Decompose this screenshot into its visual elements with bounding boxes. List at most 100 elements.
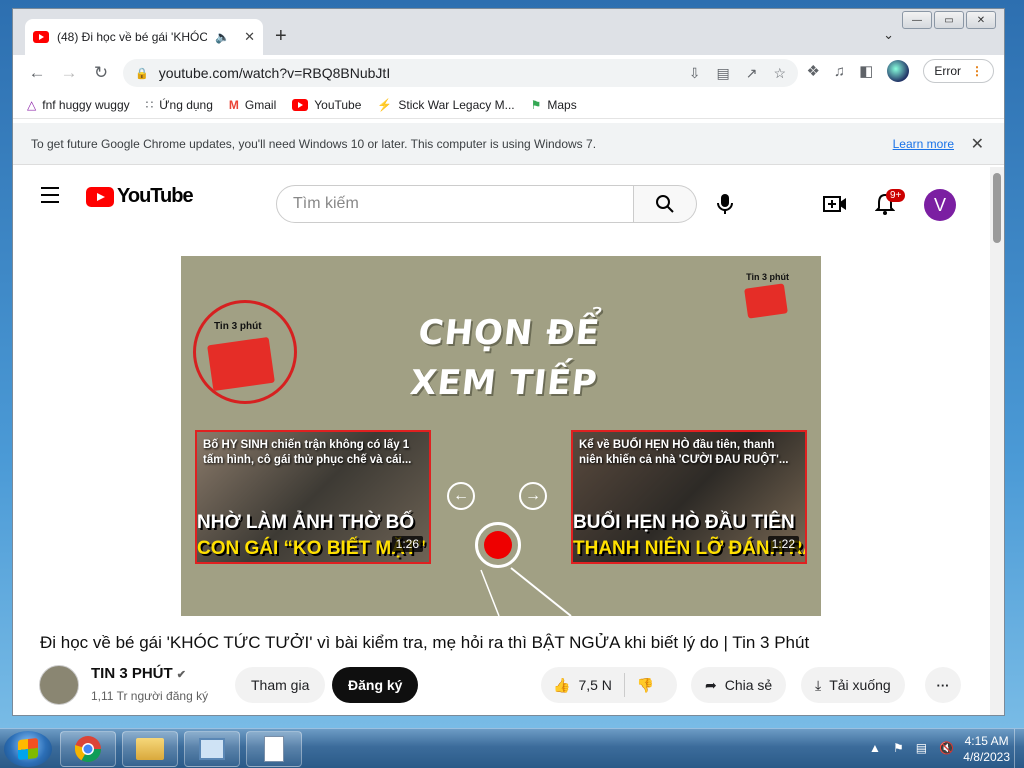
channel-name[interactable]: TIN 3 PHÚT ✔ [91,665,186,682]
thumb-caption: BUỔI HẸN HÒ ĐẦU TIÊN [573,512,795,533]
bookmark-label: Gmail [244,97,277,112]
bookmark-maps[interactable]: ⚑ Maps [531,98,577,112]
bookmark-label: Stick War Legacy M... [398,97,515,112]
tab-close-icon[interactable]: ✕ [244,29,255,45]
omnibox-actions: ⇩ ▤ ↗ ☆ [689,65,786,82]
bookmark-gmail[interactable]: M Gmail [229,98,276,112]
chrome-icon [74,736,102,763]
like-count: 7,5 N [578,677,612,693]
notifications-badge: 9+ [886,189,906,202]
create-video-icon[interactable] [823,195,847,216]
profile-avatar[interactable] [887,60,910,82]
minimize-button[interactable]: — [902,11,932,29]
thumbs-down-icon: 👎 [636,676,655,693]
dislike-button[interactable]: 👎 [625,667,666,703]
network-icon[interactable]: ▤ [916,741,927,755]
speaker-icon[interactable]: 🔈 [215,30,230,44]
side-panel-icon[interactable]: ◧ [859,62,873,80]
join-button[interactable]: Tham gia [235,667,326,703]
forward-icon[interactable]: → [53,63,85,83]
lock-icon[interactable]: 🔒 [135,67,149,80]
heading-line-2: XEM TIẾP [408,363,600,403]
bookmark-stick-war[interactable]: ⚡ Stick War Legacy M... [377,98,514,112]
arrow-left-icon[interactable]: ← [447,482,475,510]
bookmark-label: YouTube [314,97,362,112]
subscribe-button[interactable]: Đăng ký [332,667,419,703]
share-arrow-icon: ➦ [705,676,717,693]
window-controls: — ▭ ✕ [902,11,996,29]
channel-avatar[interactable] [39,665,79,705]
youtube-page: YouTube Tìm kiếm 9+ V Tin 3 phút Tin 3 p… [13,167,991,715]
share-label: Chia sẻ [724,677,773,693]
record-button[interactable] [475,522,521,568]
translate-icon[interactable]: ▤ [716,65,729,82]
apps-grid-icon: ∷ [145,97,154,112]
bookmark-label: Ứng dụng [159,97,213,112]
taskbar-wordpad[interactable] [246,731,302,767]
more-actions-button[interactable]: ··· [925,667,961,703]
show-hidden-icons-icon[interactable]: ▲ [869,741,881,755]
download-button[interactable]: ⤓ Tải xuống [801,667,905,703]
bookmark-fnf[interactable]: △ fnf huggy wuggy [27,98,130,112]
thumbs-up-icon: 👍 [553,676,571,693]
hamburger-menu-icon[interactable] [41,187,59,208]
search-icon [656,195,674,213]
back-icon[interactable]: ← [21,63,53,83]
like-button[interactable]: 👍 7,5 N [541,667,624,703]
media-control-icon[interactable]: ♫ [834,63,845,80]
reload-icon[interactable]: ↻ [85,63,117,83]
search-input[interactable]: Tìm kiếm [276,185,634,223]
taskbar-chrome[interactable] [60,731,116,767]
video-player[interactable]: Tin 3 phút Tin 3 phút CHỌN ĐỂ XEM TIẾP B… [181,256,821,616]
chrome-window: (48) Đi học về bé gái 'KHÓC 🔈 ✕ + ⌄ — ▭ … [12,8,1005,716]
menu-dots-icon: ⋮ [971,64,983,78]
infobar-close-icon[interactable]: ✕ [971,134,984,154]
page-scrollbar[interactable] [990,167,1004,715]
duration-badge: 1:26 [391,536,423,552]
new-tab-button[interactable]: + [275,25,287,48]
show-desktop-button[interactable] [1014,729,1024,768]
restore-button[interactable]: ▭ [934,11,964,29]
gmail-icon: M [228,97,239,112]
close-window-button[interactable]: ✕ [966,11,996,29]
triangle-icon: △ [27,97,37,112]
logo-label: Tin 3 phút [214,321,262,332]
extensions-puzzle-icon[interactable]: ❖ [806,62,819,80]
end-screen-heading: CHỌN ĐỂ XEM TIẾP [408,308,606,408]
record-dot-icon [484,531,512,559]
download-icon: ⤓ [815,676,822,693]
end-screen-video-left[interactable]: Bố HY SINH chiến trận không có lấy 1 tấm… [195,430,431,564]
bookmark-youtube[interactable]: YouTube [292,98,361,112]
taskbar-clock[interactable]: 4:15 AM 4/8/2023 [963,733,1010,765]
channel-row: TIN 3 PHÚT ✔ 1,11 Tr người đăng ký Tham g… [39,663,969,707]
volume-muted-icon[interactable]: 🔇 [939,741,954,755]
search-button[interactable] [634,185,697,223]
tab-search-icon[interactable]: ⌄ [883,27,894,43]
end-screen-video-right[interactable]: Kể về BUỔI HẸN HÒ đầu tiên, thanh niên k… [571,430,807,564]
youtube-header: YouTube Tìm kiếm 9+ V [13,167,991,223]
bookmark-apps[interactable]: ∷ Ứng dụng [146,98,213,112]
address-bar[interactable]: 🔒 youtube.com/watch?v=RBQ8BNubJtI ⇩ ▤ ↗ … [123,59,798,87]
error-button[interactable]: Error ⋮ [923,59,994,83]
start-button[interactable] [4,731,52,767]
learn-more-link[interactable]: Learn more [893,137,954,151]
chrome-titlebar: (48) Đi học về bé gái 'KHÓC 🔈 ✕ + ⌄ — ▭ … [13,9,1004,55]
action-center-flag-icon[interactable]: ⚑ [893,741,904,755]
share-button[interactable]: ➦ Chia sẻ [691,667,787,703]
bookmark-star-icon[interactable]: ☆ [773,65,786,82]
clapperboard-small-icon [744,283,789,319]
scrollbar-thumb[interactable] [993,173,1001,243]
microphone-icon[interactable] [717,193,733,218]
youtube-logo[interactable]: YouTube [86,185,194,208]
arrow-right-icon[interactable]: → [519,482,547,510]
url-text[interactable]: youtube.com/watch?v=RBQ8BNubJtI [159,65,391,81]
heading-line-1: CHỌN ĐỂ [416,313,602,353]
account-avatar[interactable]: V [924,189,956,221]
browser-tab-active[interactable]: (48) Đi học về bé gái 'KHÓC 🔈 ✕ [25,19,263,55]
duration-badge: 1:22 [767,536,799,552]
share-icon[interactable]: ↗ [746,65,758,82]
bookmarks-bar: △ fnf huggy wuggy ∷ Ứng dụng M Gmail You… [13,91,1004,119]
taskbar-control-panel[interactable] [184,731,240,767]
install-icon[interactable]: ⇩ [689,65,701,82]
taskbar-explorer[interactable] [122,731,178,767]
